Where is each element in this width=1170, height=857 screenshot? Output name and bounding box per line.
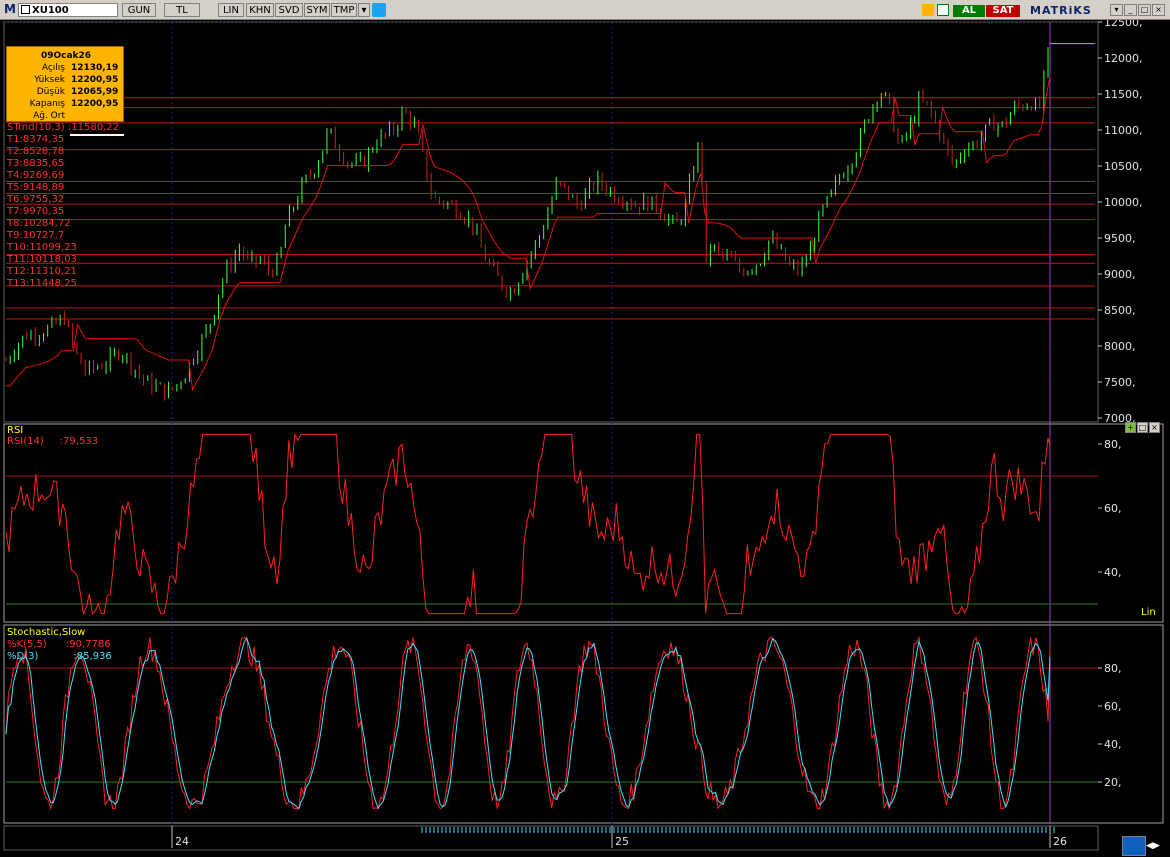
- scroll-arrows-icon[interactable]: ◀▶: [1146, 841, 1160, 851]
- stoch-tick-label: 40,: [1104, 738, 1122, 751]
- sym-button[interactable]: SYM: [304, 3, 330, 17]
- level-label: T6:9755,32: [7, 194, 65, 205]
- ohlc-info-box: 09Ocak26 Açılış 12130,19 Yüksek 12200,95 D…: [6, 46, 124, 122]
- stoch-d-value: :85,936: [73, 651, 112, 662]
- info-high-value: 12200,95: [71, 75, 119, 85]
- info-open-value: 12130,19: [71, 63, 119, 73]
- stoch-tick-label: 80,: [1104, 662, 1122, 675]
- lightning-icon[interactable]: [922, 4, 934, 16]
- info-avg-label: Ağ. Ort: [33, 111, 65, 121]
- price-tick-label: 7500,: [1104, 376, 1136, 389]
- tmp-button[interactable]: TMP: [331, 3, 357, 17]
- price-tick-label: 8500,: [1104, 304, 1136, 317]
- price-tick-label: 10000,: [1104, 196, 1143, 209]
- dropdown-button[interactable]: ▾: [358, 3, 370, 17]
- info-low-label: Düşük: [36, 87, 65, 97]
- symbol-label: XU100: [32, 5, 69, 16]
- stoch-title: Stochastic,Slow: [7, 627, 86, 638]
- period-button[interactable]: GUN: [122, 3, 156, 17]
- restore-panel-icon[interactable]: □: [1137, 422, 1148, 433]
- price-tick-label: 11500,: [1104, 88, 1143, 101]
- brand-logo: MATRiKS: [1030, 4, 1092, 17]
- strend-underline: [70, 134, 124, 136]
- toolbar: M XU100 GUN TL LIN KHN SVD SYM TMP ▾ AL …: [0, 0, 1170, 20]
- close-icon[interactable]: ×: [1152, 4, 1165, 16]
- info-date: 09Ocak26: [40, 51, 92, 61]
- refresh-icon[interactable]: [937, 4, 949, 16]
- level-label: T1:8374,35: [7, 134, 65, 145]
- price-tick-label: 8000,: [1104, 340, 1136, 353]
- chevron-down-icon: ▾: [361, 5, 367, 16]
- level-label: T13:11448,25: [7, 278, 77, 289]
- x-tick-label: 26: [1053, 835, 1067, 848]
- info-low-row: Düşük 12065,99: [7, 87, 125, 99]
- dropdown-icon[interactable]: ▾: [1110, 4, 1123, 16]
- level-label: T12:11310,21: [7, 266, 77, 277]
- stoch-k-legend: %K(5,5) :90,7786: [7, 639, 111, 650]
- rsi-label: RSI(14): [7, 436, 44, 447]
- add-icon[interactable]: +: [1125, 422, 1136, 433]
- x-axis: 24 25 26: [0, 825, 1170, 857]
- checkbox-icon[interactable]: [21, 5, 30, 14]
- sell-button[interactable]: SAT: [986, 5, 1020, 17]
- price-tick-label: 10500,: [1104, 160, 1143, 173]
- price-tick-label: 11000,: [1104, 124, 1143, 137]
- sync-icon[interactable]: [1122, 836, 1146, 856]
- info-high-label: Yüksek: [34, 75, 65, 85]
- x-tick-label: 25: [615, 835, 629, 848]
- level-label: T2:8528,78: [7, 146, 65, 157]
- rsi-tick-label: 80,: [1104, 438, 1122, 451]
- info-low-value: 12065,99: [71, 87, 119, 97]
- level-label: T7:9970,35: [7, 206, 65, 217]
- info-close-label: Kapanış: [29, 99, 65, 109]
- strend-value: :11580,22: [67, 122, 119, 133]
- scale-mode-label[interactable]: Lin: [1141, 607, 1156, 618]
- level-label: T9:10727,7: [7, 230, 65, 241]
- stoch-d-legend: %D(3) :85,936: [7, 651, 112, 662]
- minimize-icon[interactable]: _: [1124, 4, 1137, 16]
- stoch-tick-label: 20,: [1104, 776, 1122, 789]
- stoch-tick-label: 60,: [1104, 700, 1122, 713]
- info-open-label: Açılış: [41, 63, 65, 73]
- twitter-icon[interactable]: [372, 3, 386, 17]
- price-tick-label: 12000,: [1104, 52, 1143, 65]
- rsi-value: :79,533: [59, 436, 99, 447]
- close-panel-icon[interactable]: ×: [1149, 422, 1160, 433]
- info-high-row: Yüksek 12200,95: [7, 75, 125, 87]
- strend-legend: STrnd(10,3) :11580,22: [7, 122, 119, 133]
- info-close-value: 12200,95: [71, 99, 119, 109]
- khn-button[interactable]: KHN: [246, 3, 274, 17]
- level-label: T10:11099,23: [7, 242, 77, 253]
- rsi-tick-label: 60,: [1104, 502, 1122, 515]
- level-label: T11:10118,03: [7, 254, 77, 265]
- info-close-row: Kapanış 12200,95: [7, 99, 125, 111]
- restore-icon[interactable]: □: [1138, 4, 1151, 16]
- stoch-k-label: %K(5,5): [7, 639, 47, 650]
- level-label: T4:9269,69: [7, 170, 65, 181]
- app-logo: M: [4, 2, 16, 16]
- price-axis: 7000,7500,8000,8500,9000,9500,10000,1050…: [1098, 20, 1143, 425]
- symbol-field[interactable]: XU100: [18, 3, 118, 17]
- info-open-row: Açılış 12130,19: [7, 63, 125, 75]
- price-tick-label: 9000,: [1104, 268, 1136, 281]
- stoch-k-value: :90,7786: [65, 639, 111, 650]
- svd-button[interactable]: SVD: [275, 3, 303, 17]
- level-label: T3:8835,65: [7, 158, 65, 169]
- level-label: T5:9148,89: [7, 182, 65, 193]
- rsi-title: RSI: [7, 425, 24, 436]
- level-label: T8:10284,72: [7, 218, 71, 229]
- rsi-legend: RSI(14) :79,533: [7, 436, 98, 447]
- stoch-d-label: %D(3): [7, 651, 39, 662]
- price-tick-label: 12500,: [1104, 20, 1143, 29]
- strend-label: STrnd(10,3): [7, 122, 65, 133]
- rsi-tick-label: 40,: [1104, 566, 1122, 579]
- price-tick-label: 9500,: [1104, 232, 1136, 245]
- lin-button[interactable]: LIN: [218, 3, 244, 17]
- x-tick-label: 24: [175, 835, 189, 848]
- chart-canvas[interactable]: 7000,7500,8000,8500,9000,9500,10000,1050…: [0, 20, 1170, 857]
- currency-button[interactable]: TL: [164, 3, 200, 17]
- buy-button[interactable]: AL: [953, 5, 985, 17]
